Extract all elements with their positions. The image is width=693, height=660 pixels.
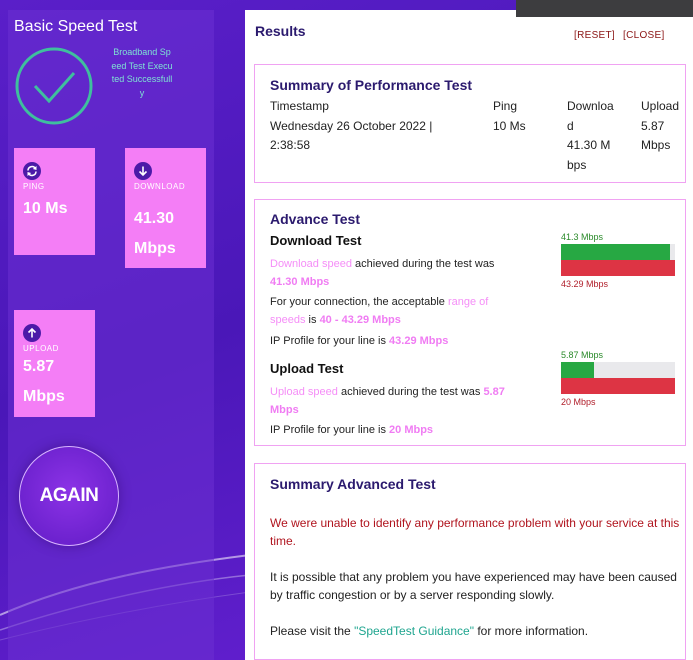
download-result: 41.30 Mbps [567, 138, 611, 172]
guidance-text: Please visit the "SpeedTest Guidance" fo… [270, 624, 589, 638]
upload-bar-fill [561, 362, 595, 378]
upload-bar: 5.87 Mbps 20 Mbps [561, 350, 675, 409]
check-icon [14, 46, 94, 126]
upload-bar-track [561, 362, 675, 378]
ping-result: 10 Ms [493, 118, 526, 133]
upload-speed-text: Upload speed achieved during the test wa… [270, 386, 505, 416]
basic-speed-test-panel: Basic Speed Test Broadband Speed Test Ex… [8, 10, 214, 660]
download-test-title: Download Test [270, 233, 362, 248]
range-of-speeds-text: For your connection, the acceptable rang… [270, 296, 489, 326]
ping-label: PING [23, 182, 45, 191]
timestamp-value: Wednesday 26 October 2022 | 2:38:58 [270, 118, 433, 153]
upload-result: 5.87 Mbps [641, 118, 671, 153]
download-speed-value: 41.30 Mbps [270, 276, 330, 288]
speedtest-guidance-link[interactable]: "SpeedTest Guidance" [354, 624, 474, 638]
congestion-text: It is possible that any problem you have… [270, 570, 677, 602]
close-link[interactable]: [CLOSE] [623, 30, 665, 41]
upload-header: Upload [641, 99, 680, 113]
download-bar-achieved-label: 41.3 Mbps [561, 232, 604, 242]
upload-test-title: Upload Test [270, 361, 344, 376]
timestamp-header: Timestamp [270, 99, 329, 113]
download-ip-profile-text: IP Profile for your line is 43.29 Mbps [270, 335, 449, 347]
arrow-up-icon [23, 324, 41, 342]
download-label: DOWNLOAD [134, 182, 186, 191]
window-top-bar [516, 0, 693, 17]
download-ip-profile-value: 43.29 Mbps [389, 335, 449, 347]
refresh-icon [23, 162, 41, 180]
download-column: Download 41.30 Mbps [567, 97, 617, 175]
performance-result-text: We were unable to identify any performan… [270, 516, 680, 548]
download-bar-track [561, 244, 675, 260]
download-speed-link[interactable]: Download speed [270, 258, 352, 270]
ping-column: Ping 10 Ms [493, 97, 543, 136]
upload-bar-profile-label: 20 Mbps [561, 397, 596, 407]
download-header: Download [567, 99, 614, 133]
again-button[interactable]: AGAIN [19, 446, 119, 546]
results-title: Results [255, 23, 306, 39]
timestamp-column: Timestamp Wednesday 26 October 2022 | 2:… [270, 97, 470, 156]
reset-link[interactable]: [RESET] [574, 30, 615, 41]
upload-tile: UPLOAD 5.87 Mbps [14, 310, 95, 417]
advanced-summary-title: Summary Advanced Test [270, 476, 436, 492]
upload-column: Upload 5.87 Mbps [641, 97, 685, 156]
advance-test-card: Advance Test Download Test Download spee… [254, 199, 686, 446]
results-panel: Results [RESET] [CLOSE] Summary of Perfor… [245, 10, 693, 660]
summary-card: Summary of Performance Test Timestamp We… [254, 64, 686, 183]
download-tile: DOWNLOAD 41.30 Mbps [125, 148, 206, 268]
download-bar: 41.3 Mbps 43.29 Mbps [561, 232, 675, 291]
advanced-summary-card: Summary Advanced Test We were unable to … [254, 463, 686, 660]
upload-ip-profile-text: IP Profile for your line is 20 Mbps [270, 424, 434, 436]
results-actions: [RESET] [CLOSE] [574, 30, 673, 41]
download-speed-text: Download speed achieved during the test … [270, 258, 495, 288]
upload-speed-link[interactable]: Upload speed [270, 386, 338, 398]
range-value: 40 - 43.29 Mbps [319, 314, 401, 326]
summary-title: Summary of Performance Test [270, 77, 473, 93]
upload-bar-achieved-label: 5.87 Mbps [561, 350, 604, 360]
ping-value: 10 Ms [23, 200, 68, 217]
download-bar-fill [561, 244, 670, 260]
upload-value: 5.87 Mbps [23, 358, 65, 405]
ping-tile: PING 10 Ms [14, 148, 95, 255]
advance-title: Advance Test [270, 211, 360, 227]
status-message: Broadband Speed Test Executed Successful… [111, 47, 173, 98]
upload-bar-profile [561, 378, 675, 394]
download-bar-profile-label: 43.29 Mbps [561, 279, 609, 289]
ping-header: Ping [493, 99, 518, 113]
download-bar-profile [561, 260, 675, 276]
upload-ip-profile-value: 20 Mbps [389, 424, 434, 436]
arrow-down-icon [134, 162, 152, 180]
download-value: 41.30 Mbps [134, 210, 176, 257]
app-title: Basic Speed Test [14, 18, 138, 35]
